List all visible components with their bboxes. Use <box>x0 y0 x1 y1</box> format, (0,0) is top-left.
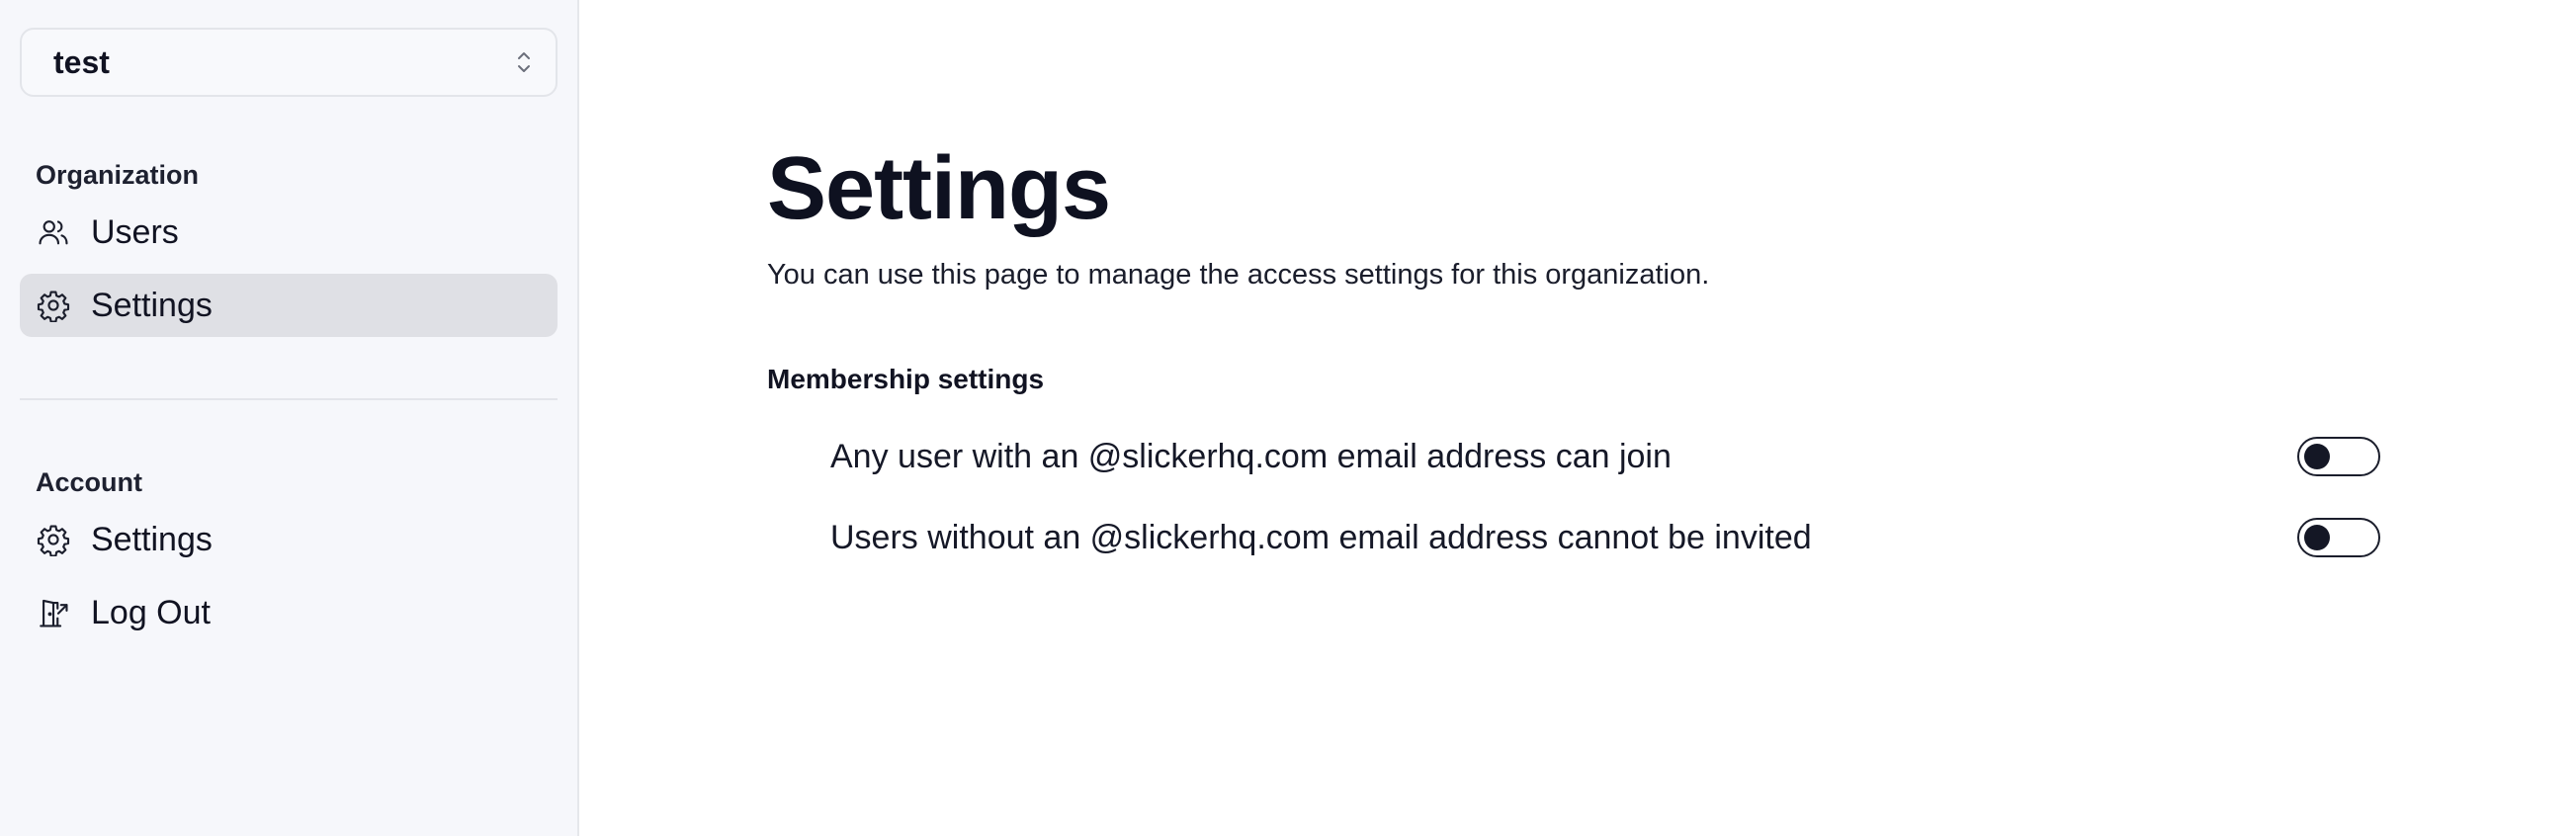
setting-row-domain-join: Any user with an @slickerhq.com email ad… <box>830 432 2380 481</box>
logout-door-icon <box>36 595 71 630</box>
toggle-knob <box>2304 444 2330 469</box>
setting-row-restrict-invites: Users without an @slickerhq.com email ad… <box>830 513 2380 562</box>
sidebar-item-account-settings[interactable]: Settings <box>20 508 558 571</box>
toggle-knob <box>2304 525 2330 550</box>
page-description: You can use this page to manage the acce… <box>767 259 1710 291</box>
toggle-restrict-invites[interactable] <box>2297 518 2380 557</box>
sidebar-item-org-settings[interactable]: Settings <box>20 274 558 337</box>
sidebar: test Organization Users Settings Account… <box>0 0 579 836</box>
page-title: Settings <box>767 139 1111 238</box>
sidebar-item-log-out-label: Log Out <box>91 593 211 631</box>
membership-settings-title: Membership settings <box>767 364 1045 394</box>
toggle-domain-join[interactable] <box>2297 437 2380 476</box>
chevron-up-down-icon <box>514 46 534 78</box>
main-content: Settings You can use this page to manage… <box>579 0 2576 836</box>
sidebar-item-users[interactable]: Users <box>20 201 558 264</box>
account-section-label: Account <box>36 467 142 497</box>
gear-icon <box>36 522 71 557</box>
org-selector[interactable]: test <box>20 28 558 97</box>
setting-label-domain-join: Any user with an @slickerhq.com email ad… <box>830 437 1672 475</box>
users-icon <box>36 214 71 250</box>
gear-icon <box>36 288 71 323</box>
sidebar-divider <box>20 398 558 400</box>
sidebar-item-log-out[interactable]: Log Out <box>20 581 558 644</box>
sidebar-item-users-label: Users <box>91 212 179 251</box>
setting-label-restrict-invites: Users without an @slickerhq.com email ad… <box>830 518 1812 556</box>
org-selector-name: test <box>53 43 110 80</box>
sidebar-item-org-settings-label: Settings <box>91 286 213 324</box>
app-root: test Organization Users Settings Account… <box>0 0 2576 836</box>
sidebar-item-account-settings-label: Settings <box>91 520 213 558</box>
organization-section-label: Organization <box>36 160 200 190</box>
